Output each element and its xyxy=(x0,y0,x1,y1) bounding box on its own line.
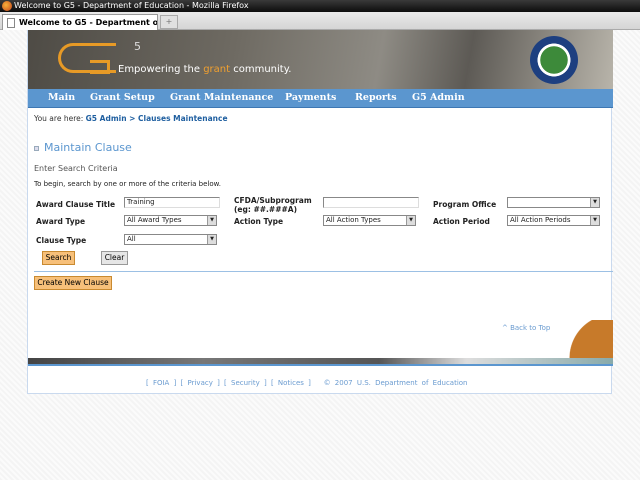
collapse-icon[interactable] xyxy=(34,145,39,151)
divider xyxy=(34,271,613,272)
award-clause-title-input[interactable]: Training xyxy=(124,197,220,208)
dropdown-arrow-icon: ▼ xyxy=(207,216,216,225)
program-office-select[interactable]: ▼ xyxy=(507,197,600,208)
dropdown-arrow-icon: ▼ xyxy=(207,235,216,244)
create-new-clause-button[interactable]: Create New Clause xyxy=(34,276,112,290)
tab-label: Welcome to G5 - Department of Edu... xyxy=(19,18,158,27)
copyright: © 2007 U.S. Department of Education xyxy=(323,379,468,387)
award-type-label: Award Type xyxy=(36,217,86,226)
nav-reports[interactable]: Reports xyxy=(355,92,397,103)
browser-tab[interactable]: Welcome to G5 - Department of Edu... xyxy=(2,14,158,30)
dropdown-arrow-icon: ▼ xyxy=(590,216,599,225)
program-office-label: Program Office xyxy=(433,200,497,209)
tab-bar: Welcome to G5 - Department of Edu... + xyxy=(0,12,640,30)
breadcrumb: You are here: G5 Admin > Clauses Mainten… xyxy=(34,114,228,123)
nav-g5-admin[interactable]: G5 Admin xyxy=(412,92,465,103)
back-to-top-link[interactable]: ^ Back to Top xyxy=(502,324,550,332)
new-tab-button[interactable]: + xyxy=(160,15,178,29)
footer-foia-link[interactable]: [ FOIA ] xyxy=(146,379,176,387)
breadcrumb-link[interactable]: G5 Admin > Clauses Maintenance xyxy=(86,114,228,123)
action-type-label: Action Type xyxy=(234,217,284,226)
footer-notices-link[interactable]: [ Notices ] xyxy=(271,379,311,387)
page-container: 5 Empowering the grant community. Main G… xyxy=(27,30,613,394)
search-button[interactable]: Search xyxy=(42,251,75,265)
department-seal-icon xyxy=(530,36,578,84)
window-title-bar: Welcome to G5 - Department of Education … xyxy=(0,0,640,12)
action-period-label: Action Period xyxy=(433,217,490,226)
action-type-select[interactable]: All Action Types ▼ xyxy=(323,215,416,226)
section-title: Enter Search Criteria xyxy=(34,164,118,173)
clear-button[interactable]: Clear xyxy=(101,251,128,265)
intro-text: To begin, search by one or more of the c… xyxy=(34,180,221,188)
footer: [ FOIA ] [ Privacy ] [ Security ] [ Noti… xyxy=(146,379,468,387)
nav-grant-setup[interactable]: Grant Setup xyxy=(90,92,155,103)
nav-payments[interactable]: Payments xyxy=(285,92,336,103)
footer-privacy-link[interactable]: [ Privacy ] xyxy=(181,379,220,387)
firefox-icon xyxy=(2,1,12,11)
logo-five: 5 xyxy=(134,40,141,53)
action-period-select[interactable]: All Action Periods ▼ xyxy=(507,215,600,226)
clause-type-label: Clause Type xyxy=(36,236,87,245)
footer-security-link[interactable]: [ Security ] xyxy=(224,379,267,387)
award-clause-title-label: Award Clause Title xyxy=(36,200,116,209)
nav-main[interactable]: Main xyxy=(48,92,75,103)
clause-type-select[interactable]: All ▼ xyxy=(124,234,217,245)
nav-grant-maintenance[interactable]: Grant Maintenance xyxy=(170,92,273,103)
window-title: Welcome to G5 - Department of Education … xyxy=(14,1,249,10)
footer-banner xyxy=(28,358,613,366)
dropdown-arrow-icon: ▼ xyxy=(590,198,599,207)
dropdown-arrow-icon: ▼ xyxy=(406,216,415,225)
header-banner: 5 Empowering the grant community. xyxy=(28,30,613,89)
cfda-label: CFDA/Subprogram (eg: ##.###A) xyxy=(234,196,312,214)
page-icon xyxy=(7,18,15,28)
award-type-select[interactable]: All Award Types ▼ xyxy=(124,215,217,226)
g5-logo-bar xyxy=(90,60,110,74)
page-title: Maintain Clause xyxy=(34,141,132,154)
classroom-image xyxy=(552,320,613,358)
cfda-input[interactable] xyxy=(323,197,419,208)
main-nav: Main Grant Setup Grant Maintenance Payme… xyxy=(28,89,613,108)
tagline: Empowering the grant community. xyxy=(118,64,292,75)
